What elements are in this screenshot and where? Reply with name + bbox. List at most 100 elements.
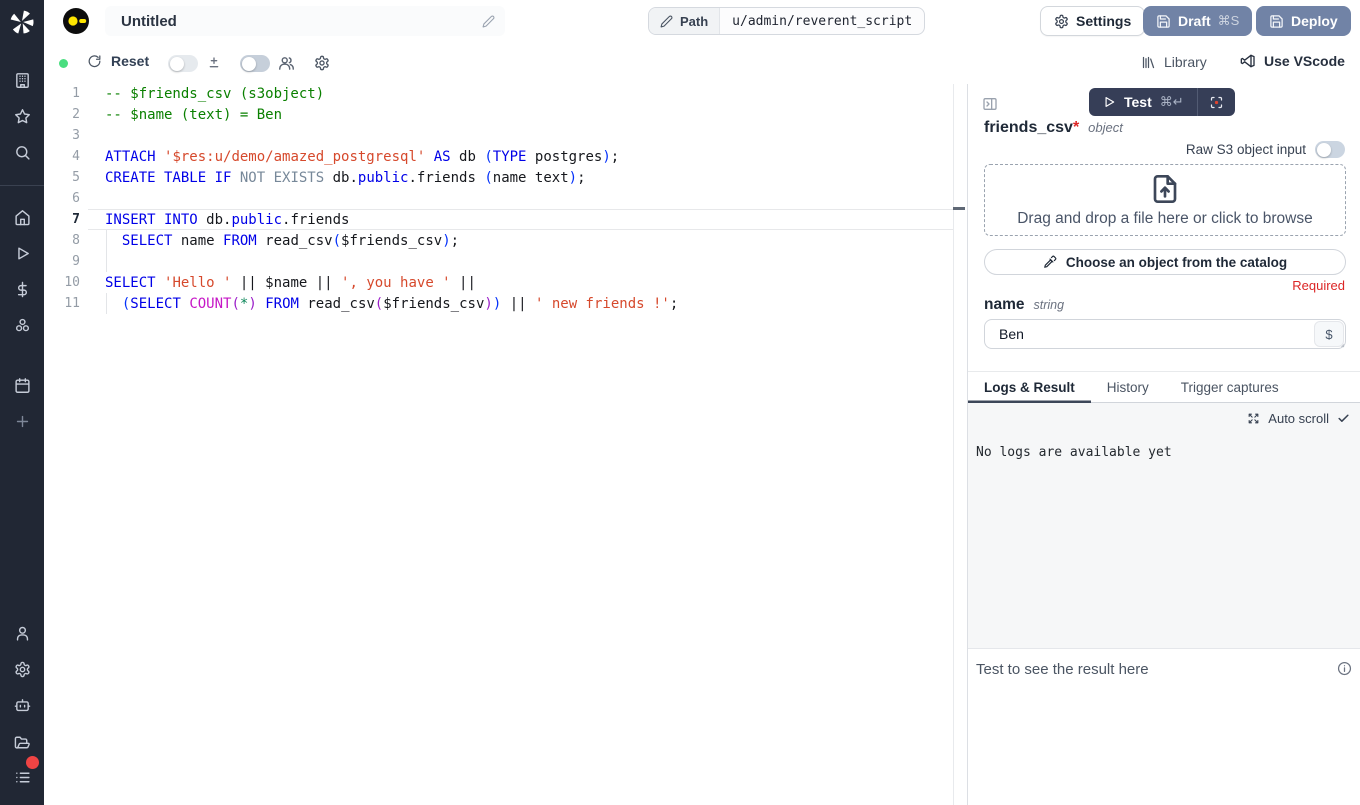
sidebar-building-icon[interactable] <box>0 66 44 94</box>
code-line-1[interactable]: 1-- $friends_csv (s3object) <box>44 83 953 104</box>
editor-settings-gear-icon[interactable] <box>314 55 330 71</box>
token-plain: postgres <box>526 149 602 165</box>
sidebar-dollar-icon[interactable] <box>0 275 44 303</box>
code-line-10[interactable]: 10SELECT 'Hello ' || $name || ', you hav… <box>44 272 953 293</box>
sidebar-resources-icon[interactable] <box>0 311 44 339</box>
sidebar-home-icon[interactable] <box>0 203 44 231</box>
sidebar-search-icon[interactable] <box>0 138 44 166</box>
raw-s3-toggle[interactable] <box>1315 141 1345 158</box>
token-plain: name <box>172 233 223 249</box>
required-hint: Required <box>1292 278 1345 293</box>
windmill-logo-icon[interactable] <box>8 8 36 36</box>
code-line-9[interactable]: 9 <box>44 251 953 272</box>
code-line-6[interactable]: 6 <box>44 188 953 209</box>
indent-guide <box>106 251 107 272</box>
sidebar-group-low <box>0 371 44 399</box>
editor-toolbar: Reset Library Use VScode <box>44 42 1360 84</box>
sidebar-calendar-icon[interactable] <box>0 371 44 399</box>
code-line-7[interactable]: 7INSERT INTO db.public.friends <box>44 209 953 230</box>
settings-button[interactable]: Settings <box>1040 6 1145 36</box>
cursor-position-marker <box>953 207 965 210</box>
code-line-8[interactable]: 8 SELECT name FROM read_csv($friends_csv… <box>44 230 953 251</box>
arg-type: string <box>1034 298 1065 312</box>
sidebar-plus-icon[interactable] <box>0 407 44 435</box>
token-plain: db. <box>198 212 232 228</box>
path-chip[interactable]: Path u/admin/reverent_script <box>648 7 925 35</box>
library-button[interactable]: Library <box>1141 54 1207 70</box>
collapse-panel-icon[interactable] <box>982 96 998 112</box>
line-number: 9 <box>44 254 80 269</box>
deploy-button[interactable]: Deploy <box>1256 6 1351 36</box>
token-string: '$res:u/demo/amazed_postgresql' <box>164 149 425 165</box>
token-keyword: SELECT <box>130 296 181 312</box>
draft-shortcut: ⌘S <box>1218 13 1240 29</box>
code-editor[interactable]: 1-- $friends_csv (s3object)2-- $name (te… <box>44 83 953 805</box>
settings-label: Settings <box>1076 13 1131 29</box>
choose-object-label: Choose an object from the catalog <box>1066 255 1287 270</box>
test-button[interactable]: Test ⌘↵ <box>1089 88 1197 116</box>
line-content <box>88 188 953 209</box>
capture-test-button[interactable] <box>1198 88 1235 116</box>
code-line-11[interactable]: 11 (SELECT COUNT(*) FROM read_csv($frien… <box>44 293 953 314</box>
token-plain <box>257 296 265 312</box>
arg-name-header: name string <box>984 296 1064 314</box>
info-icon[interactable] <box>1337 661 1352 676</box>
toggle-knob <box>242 57 256 71</box>
token-plain <box>156 149 164 165</box>
reset-button[interactable]: Reset <box>87 53 149 69</box>
code-line-4[interactable]: 4ATTACH '$res:u/demo/amazed_postgresql' … <box>44 146 953 167</box>
line-content: -- $name (text) = Ben <box>88 104 953 125</box>
use-vscode-button[interactable]: Use VScode <box>1240 53 1345 69</box>
sidebar-gear-icon[interactable] <box>0 655 44 683</box>
sidebar-user-icon[interactable] <box>0 619 44 647</box>
line-number: 10 <box>44 275 80 290</box>
token-plain: db <box>451 149 485 165</box>
line-content: INSERT INTO db.public.friends <box>88 209 953 230</box>
code-line-2[interactable]: 2-- $name (text) = Ben <box>44 104 953 125</box>
resize-handle[interactable] <box>1336 339 1345 348</box>
choose-object-button[interactable]: Choose an object from the catalog <box>984 249 1346 275</box>
script-title-box[interactable]: Untitled <box>105 6 505 36</box>
code-line-5[interactable]: 5CREATE TABLE IF NOT EXISTS db.public.fr… <box>44 167 953 188</box>
rotate-cw-icon <box>87 54 102 69</box>
sidebar-list-icon[interactable] <box>0 763 44 791</box>
vscode-label: Use VScode <box>1264 53 1345 69</box>
line-number: 4 <box>44 149 80 164</box>
token-plain <box>425 149 433 165</box>
path-edit-button[interactable]: Path <box>649 8 720 34</box>
draft-button[interactable]: Draft ⌘S <box>1143 6 1252 36</box>
tab-logs-result[interactable]: Logs & Result <box>968 372 1091 403</box>
arg-name: friends_csv <box>984 119 1073 137</box>
path-label: Path <box>680 14 708 29</box>
sidebar-star-icon[interactable] <box>0 102 44 130</box>
token-plain <box>231 170 239 186</box>
logs-empty-text: No logs are available yet <box>976 445 1172 460</box>
auto-scroll-control[interactable]: Auto scroll <box>1247 411 1350 426</box>
script-title: Untitled <box>121 13 482 30</box>
token-operator: NOT EXISTS <box>240 170 324 186</box>
name-input[interactable] <box>984 319 1346 349</box>
sidebar-folder-icon[interactable] <box>0 727 44 755</box>
sidebar-play-icon[interactable] <box>0 239 44 267</box>
token-plain: $friends_csv <box>383 296 484 312</box>
tab-history[interactable]: History <box>1091 372 1165 403</box>
token-keyword: TYPE <box>493 149 527 165</box>
line-number: 3 <box>44 128 80 143</box>
editor-scrollbar[interactable] <box>953 84 954 805</box>
dropzone-text: Drag and drop a file here or click to br… <box>1017 210 1313 228</box>
code-line-3[interactable]: 3 <box>44 125 953 146</box>
test-shortcut: ⌘↵ <box>1160 94 1184 110</box>
pipette-icon <box>1043 255 1057 269</box>
tab-trigger-captures[interactable]: Trigger captures <box>1165 372 1295 403</box>
play-icon <box>1102 95 1116 109</box>
diff-mode-toggle[interactable] <box>168 55 198 72</box>
edit-title-pencil-icon[interactable] <box>482 15 495 28</box>
sidebar-robot-icon[interactable] <box>0 691 44 719</box>
collab-mode-toggle[interactable] <box>240 55 270 72</box>
token-keyword: SELECT <box>105 275 156 291</box>
file-dropzone[interactable]: Drag and drop a file here or click to br… <box>984 164 1346 236</box>
token-plain: read_csv <box>257 233 333 249</box>
expand-icon <box>1247 412 1260 425</box>
token-plain: db. <box>324 170 358 186</box>
token-keyword: AS <box>434 149 451 165</box>
